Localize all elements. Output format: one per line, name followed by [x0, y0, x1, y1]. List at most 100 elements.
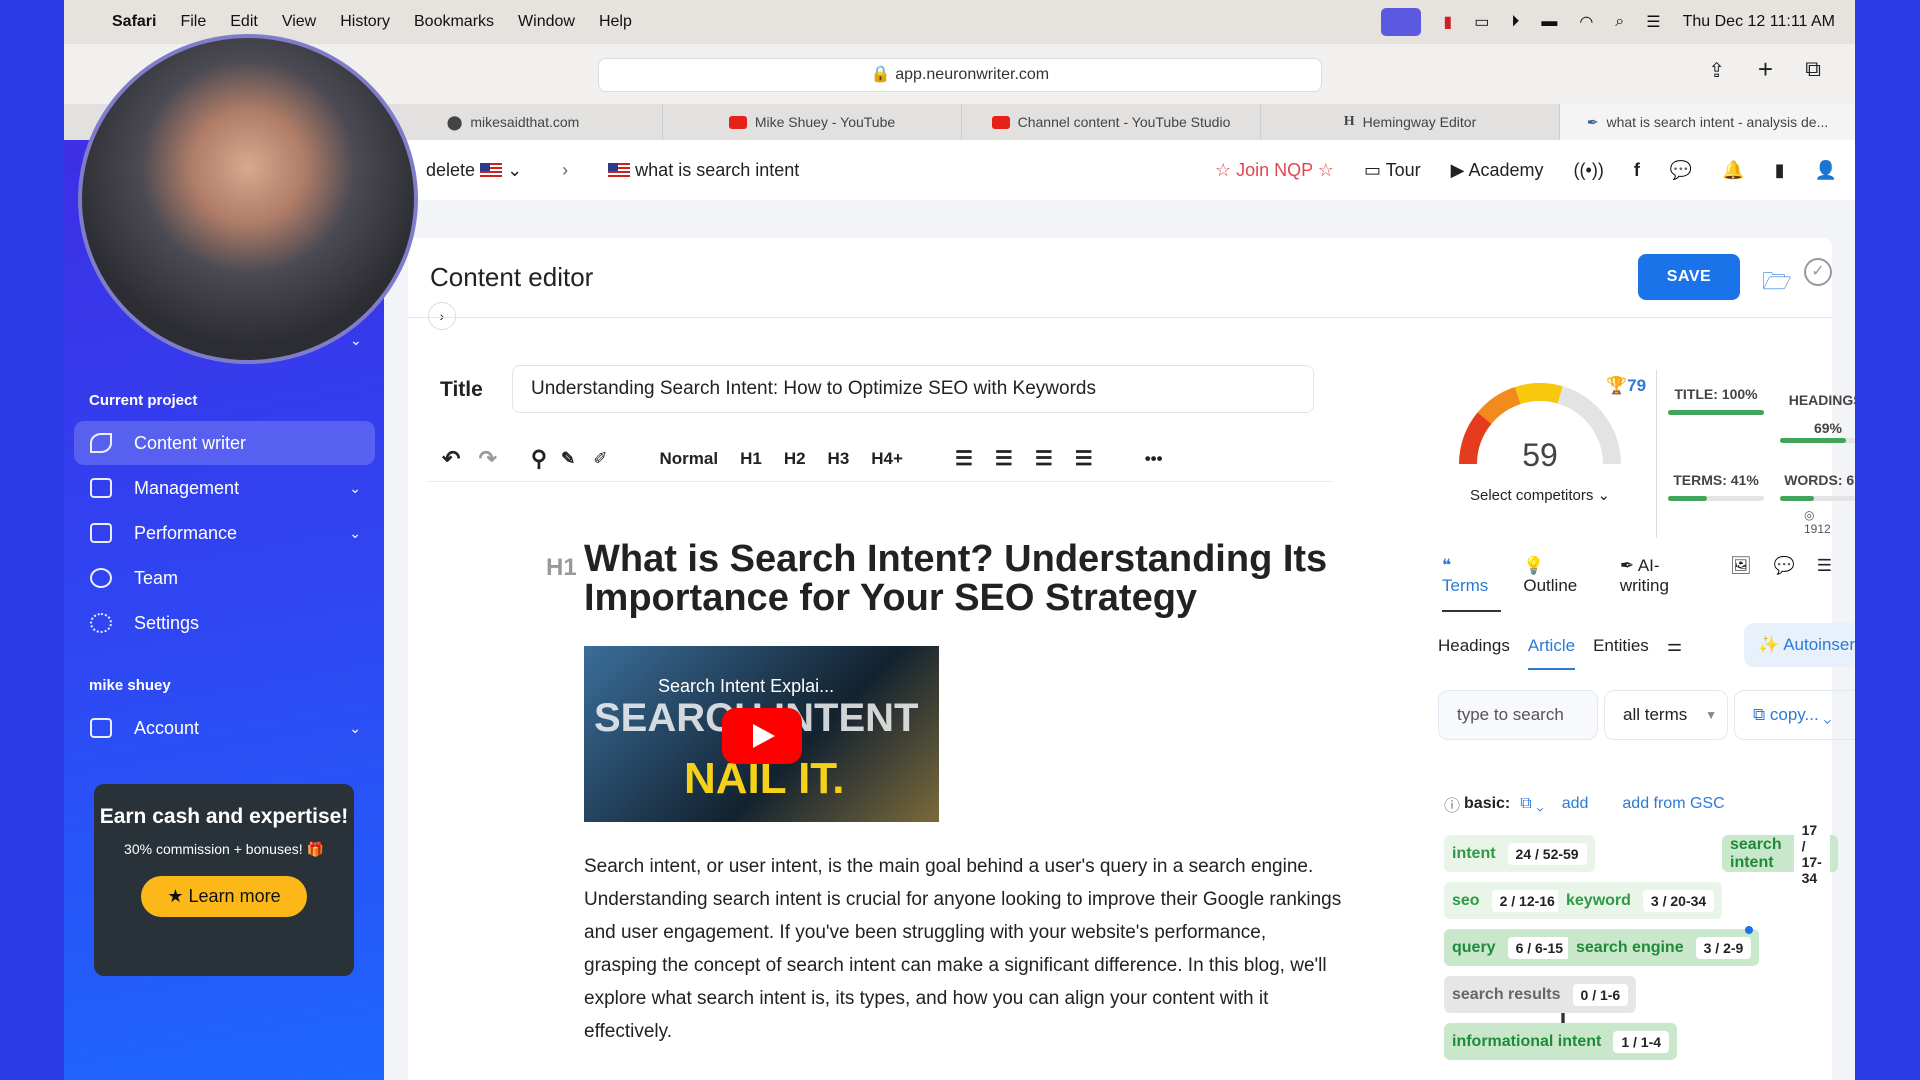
- menu-file[interactable]: File: [180, 13, 206, 31]
- menu-window[interactable]: Window: [518, 13, 575, 31]
- tour-button[interactable]: ▭ Tour: [1364, 160, 1421, 181]
- tab-youtube[interactable]: Mike Shuey - YouTube: [662, 104, 961, 140]
- menu-app[interactable]: Safari: [112, 13, 156, 31]
- tab-neuronwriter[interactable]: ✒ what is search intent - analysis de...: [1559, 104, 1855, 140]
- join-nqp-link[interactable]: ☆ Join NQP ☆: [1215, 160, 1334, 181]
- undo-icon[interactable]: ↶: [442, 446, 460, 472]
- sliders-icon[interactable]: ⚌: [1667, 636, 1682, 670]
- sidebar-item-label: Content writer: [134, 432, 247, 453]
- expand-chevron-icon[interactable]: ›: [428, 302, 456, 330]
- format-normal[interactable]: Normal: [660, 449, 719, 469]
- breadcrumb-query[interactable]: what is search intent: [608, 160, 799, 181]
- tab-terms[interactable]: ❝ Terms: [1442, 556, 1502, 612]
- new-tab-icon[interactable]: +: [1758, 54, 1773, 85]
- sidebar-item-team[interactable]: Team: [74, 556, 375, 600]
- add-from-gsc-link[interactable]: add from GSC: [1622, 795, 1724, 813]
- format-h1[interactable]: H1: [740, 449, 762, 469]
- subtab-article[interactable]: Article: [1527, 636, 1576, 670]
- camera-icon[interactable]: ▭: [1474, 12, 1489, 32]
- chevron-down-icon[interactable]: ⌄: [350, 332, 370, 349]
- sidebar-item-content-writer[interactable]: Content writer: [74, 421, 375, 465]
- tab-ai-writing[interactable]: ✒ AI-writing: [1620, 556, 1708, 612]
- add-link[interactable]: add: [1562, 795, 1589, 813]
- play-icon[interactable]: ⏵: [1511, 13, 1519, 31]
- align-left-icon[interactable]: ☰: [955, 446, 973, 471]
- tab-outline[interactable]: 💡Outline: [1523, 556, 1597, 612]
- align-right-icon[interactable]: ☰: [1035, 446, 1053, 471]
- title-input[interactable]: Understanding Search Intent: How to Opti…: [512, 365, 1314, 413]
- academy-button[interactable]: ▶ Academy: [1451, 160, 1544, 181]
- highlighter-icon[interactable]: ✎: [561, 449, 575, 469]
- status-dot: [1745, 926, 1754, 934]
- project-selector[interactable]: delete ⌄: [426, 160, 522, 181]
- user-icon[interactable]: 👤: [1815, 160, 1837, 181]
- term-chip[interactable]: seo 2 / 12-16: [1444, 882, 1571, 919]
- menu-view[interactable]: View: [282, 13, 316, 31]
- term-chip[interactable]: query 6 / 6-15: [1444, 929, 1580, 966]
- check-circle-icon[interactable]: ✓: [1804, 258, 1832, 286]
- subtab-headings[interactable]: Headings: [1438, 636, 1510, 670]
- tab-hemingway[interactable]: H Hemingway Editor: [1260, 104, 1559, 140]
- select-competitors-dropdown[interactable]: Select competitors ⌄: [1470, 486, 1610, 504]
- menu-bookmarks[interactable]: Bookmarks: [414, 13, 494, 31]
- chat-icon[interactable]: 💬: [1774, 556, 1795, 612]
- align-center-icon[interactable]: ☰: [995, 446, 1013, 471]
- images-icon[interactable]: 🖼: [1730, 556, 1752, 612]
- term-search-input[interactable]: type to search: [1438, 690, 1598, 740]
- menu-history[interactable]: History: [340, 13, 390, 31]
- term-chip[interactable]: search intent 17 / 17-34: [1722, 818, 1838, 889]
- term-chip[interactable]: intent 24 / 52-59: [1444, 835, 1595, 872]
- tab-mikesaidthat[interactable]: ⬤ mikesaidthat.com: [363, 104, 662, 140]
- share-icon[interactable]: ⇪: [1708, 58, 1725, 83]
- clock[interactable]: Thu Dec 12 11:11 AM: [1683, 13, 1835, 31]
- sidebar-item-settings[interactable]: Settings: [74, 601, 375, 645]
- facebook-icon[interactable]: f: [1634, 160, 1640, 181]
- menu-edit[interactable]: Edit: [230, 13, 258, 31]
- embedded-video[interactable]: SEARCH INTENT NAIL IT. Search Intent Exp…: [584, 646, 939, 822]
- format-h2[interactable]: H2: [784, 449, 806, 469]
- screen-share-icon[interactable]: [1381, 8, 1422, 36]
- menu-help[interactable]: Help: [599, 13, 632, 31]
- control-center-icon[interactable]: ☰: [1646, 12, 1660, 32]
- tab-overview-icon[interactable]: ⧉: [1805, 56, 1821, 82]
- info-icon[interactable]: ⓘ: [1444, 792, 1460, 816]
- tab-youtube-studio[interactable]: Channel content - YouTube Studio: [961, 104, 1260, 140]
- address-bar[interactable]: 🔒 app.neuronwriter.com: [598, 58, 1322, 92]
- article-paragraph[interactable]: Search intent, or user intent, is the ma…: [584, 850, 1344, 1048]
- copy-icon[interactable]: ⧉ ⌄: [1520, 795, 1543, 813]
- film-icon[interactable]: ▮: [1443, 12, 1452, 32]
- save-button[interactable]: SAVE: [1638, 254, 1740, 300]
- sidebar-item-performance[interactable]: Performance ⌄: [74, 511, 375, 555]
- usage-bar-icon[interactable]: ▮: [1775, 160, 1785, 181]
- term-chip[interactable]: search results 0 / 1-6: [1444, 976, 1637, 1013]
- search-icon[interactable]: ⌕: [1615, 13, 1624, 31]
- autoinsert-button[interactable]: ✨ Autoinsert: [1744, 623, 1855, 667]
- play-icon[interactable]: [722, 708, 802, 764]
- term-chip[interactable]: informational intent 1 / 1-4: [1444, 1023, 1678, 1060]
- search-icon[interactable]: ⚲: [531, 446, 547, 472]
- bell-icon[interactable]: 🔔: [1722, 160, 1744, 181]
- sidebar-item-management[interactable]: Management ⌄: [74, 466, 375, 510]
- chat-icon[interactable]: 💬: [1670, 160, 1692, 181]
- learn-more-button[interactable]: ★ Learn more: [141, 876, 307, 917]
- eraser-icon[interactable]: ✐: [593, 449, 607, 469]
- broadcast-icon[interactable]: ((•)): [1574, 160, 1604, 181]
- url-text[interactable]: app.neuronwriter.com: [895, 66, 1049, 83]
- wifi-icon[interactable]: ◠: [1579, 12, 1593, 32]
- copy-dropdown[interactable]: ⧉ copy... ⌄: [1734, 690, 1855, 740]
- term-text: search results: [1452, 985, 1561, 1003]
- sidebar-item-account[interactable]: Account ⌄: [74, 706, 375, 750]
- align-justify-icon[interactable]: ☰: [1075, 446, 1093, 471]
- format-h4plus[interactable]: H4+: [871, 449, 903, 469]
- folder-icon[interactable]: 🗁: [1762, 264, 1792, 305]
- battery-icon[interactable]: ▬: [1541, 13, 1557, 31]
- list-icon[interactable]: ☰: [1817, 556, 1832, 612]
- format-h3[interactable]: H3: [828, 449, 850, 469]
- term-chip[interactable]: keyword 3 / 20-34: [1558, 882, 1723, 919]
- article-h1[interactable]: What is Search Intent? Understanding Its…: [584, 540, 1344, 618]
- redo-icon[interactable]: ↷: [478, 446, 496, 472]
- term-chip[interactable]: search engine 3 / 2-9: [1568, 926, 1760, 966]
- subtab-entities[interactable]: Entities: [1593, 636, 1649, 670]
- more-icon[interactable]: •••: [1145, 449, 1163, 469]
- terms-filter-select[interactable]: all terms ▼: [1604, 690, 1728, 740]
